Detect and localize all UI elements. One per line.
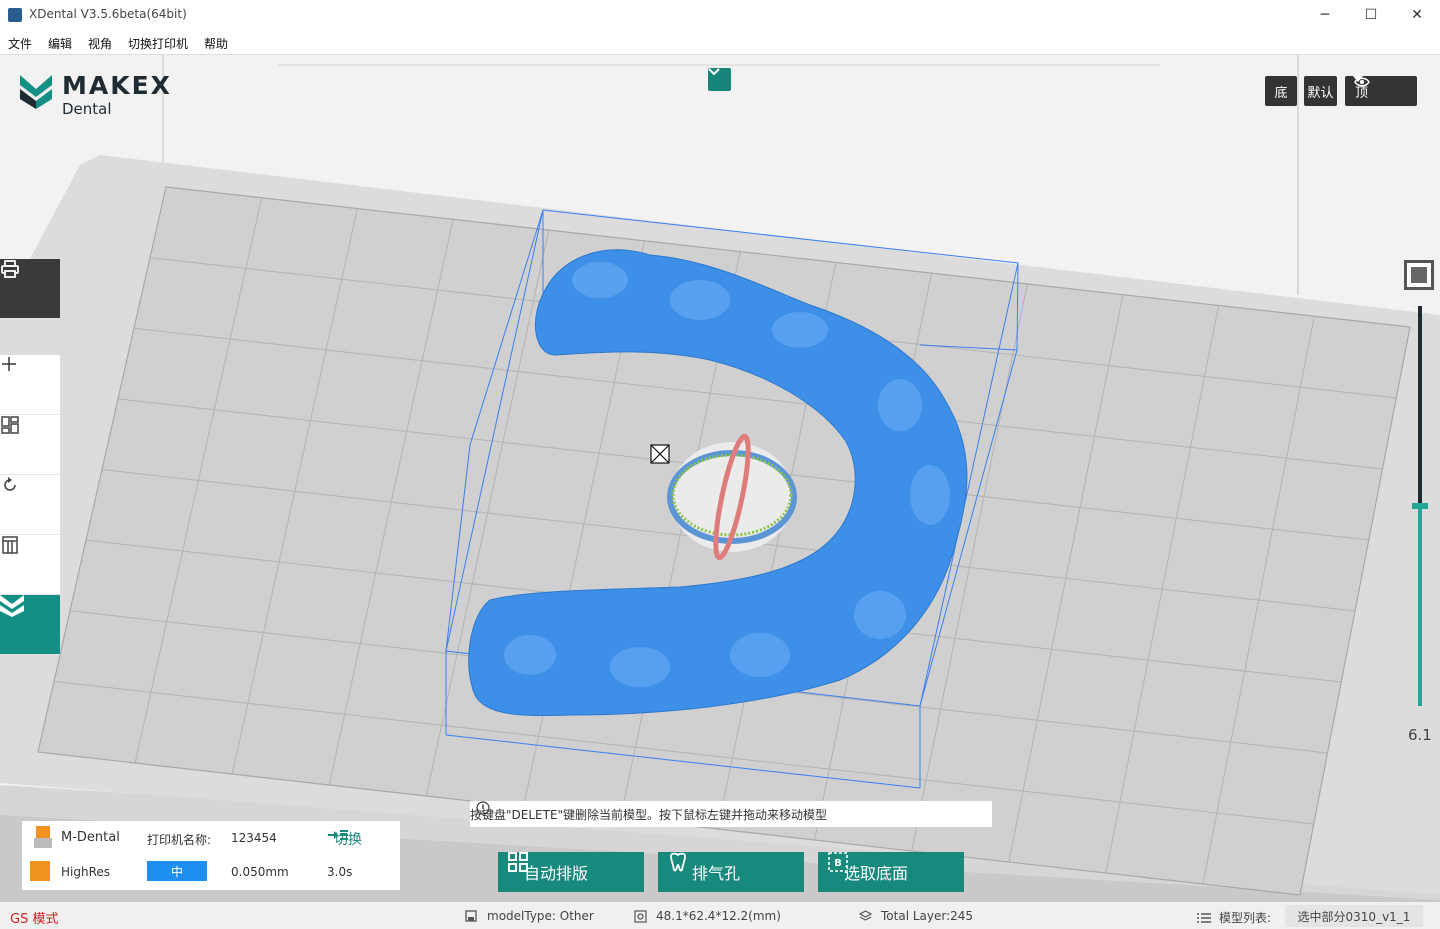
- model-list-label: 模型列表:: [1219, 911, 1272, 925]
- auto-layout-label: 自动排版: [524, 864, 589, 883]
- support-tool-button[interactable]: [0, 535, 60, 595]
- material-name: HighRes: [61, 865, 111, 879]
- makex-logo-icon: [20, 75, 52, 109]
- printer-info-panel: M-Dental 打印机名称: 123454 切换 HighRes 中 0.05…: [22, 821, 400, 890]
- caret-down-icon: [1353, 76, 1363, 82]
- window-title: XDental V3.5.6beta(64bit): [29, 7, 187, 21]
- move-cursor: [650, 444, 670, 464]
- dimensions-info: 48.1*62.4*12.2(mm): [634, 909, 781, 923]
- svg-text:B: B: [834, 858, 842, 869]
- printer-icon: [1, 260, 19, 278]
- quality-level[interactable]: 中: [147, 861, 207, 881]
- select-base-icon: B: [828, 852, 848, 872]
- slider-top-handle[interactable]: [1404, 260, 1434, 290]
- slider-thumb[interactable]: [1412, 503, 1428, 509]
- layout-tool-button[interactable]: [0, 415, 60, 475]
- slider-fill: [1418, 506, 1422, 706]
- scene-canvas: [0, 55, 1440, 902]
- brand-name: M-Dental: [61, 830, 120, 845]
- 3d-viewport[interactable]: MAKEX Dental 底 默认 顶 6.1 按键盘"DELETE"键删除当前…: [0, 55, 1440, 902]
- print-button[interactable]: [0, 259, 60, 319]
- logo-subtitle: Dental: [62, 100, 112, 118]
- minimize-button[interactable]: ─: [1302, 0, 1348, 30]
- list-icon: [1197, 912, 1211, 923]
- maximize-button[interactable]: ☐: [1348, 0, 1394, 30]
- expand-toolbar-button[interactable]: [708, 68, 731, 91]
- save-icon: [465, 910, 477, 922]
- rotate-icon: [4, 477, 16, 491]
- grid-icon: [508, 852, 528, 872]
- rotate-tool-button[interactable]: [0, 475, 60, 535]
- model-dimensions: 48.1*62.4*12.2(mm): [656, 909, 781, 923]
- tooth-icon: [670, 852, 686, 872]
- printer-name-label: 打印机名称:: [147, 833, 212, 847]
- layers-icon: [859, 909, 872, 921]
- vent-hole-label: 排气孔: [692, 864, 741, 883]
- slider-value: 6.1: [1408, 726, 1432, 744]
- select-base-button[interactable]: B 选取底面: [818, 852, 964, 892]
- view-bottom-button[interactable]: 底: [1265, 76, 1297, 106]
- app-icon: [8, 8, 22, 22]
- makex-tool-button[interactable]: [0, 595, 60, 655]
- support-structure-icon: [2, 536, 18, 554]
- model-type: modelType: Other: [487, 909, 594, 923]
- total-layer: Total Layer:245: [881, 909, 974, 923]
- menu-help[interactable]: 帮助: [204, 35, 228, 52]
- dimension-icon: [634, 909, 647, 923]
- hint-text: 按键盘"DELETE"键删除当前模型。按下鼠标左键并拖动来移动模型: [470, 807, 828, 822]
- plus-icon: [2, 357, 16, 371]
- hint-bar: 按键盘"DELETE"键删除当前模型。按下鼠标左键并拖动来移动模型: [470, 801, 992, 827]
- add-model-button[interactable]: [0, 355, 60, 415]
- menu-switch-printer[interactable]: 切换打印机: [128, 35, 188, 52]
- model-list-select[interactable]: 选中部分0310_v1_1: [1285, 905, 1423, 927]
- slider-track[interactable]: [1412, 306, 1428, 706]
- logo-brand: MAKEX: [62, 71, 172, 100]
- layer-info: Total Layer:245: [859, 909, 973, 923]
- switch-arrow-icon: [328, 830, 348, 840]
- material-swatch: [30, 861, 50, 881]
- exposure-time: 3.0s: [327, 865, 353, 879]
- printer-name-value: 123454: [231, 831, 277, 845]
- menu-view[interactable]: 视角: [88, 35, 112, 52]
- printer-icon: [34, 826, 52, 848]
- switch-printer-button[interactable]: 切换: [328, 829, 362, 849]
- menu-bar: 文件 编辑 视角 切换打印机 帮助: [0, 30, 1440, 55]
- title-bar: XDental V3.5.6beta(64bit) ─ ☐ ✕: [0, 0, 1440, 30]
- mode-indicator: GS 模式: [10, 912, 59, 927]
- view-default-button[interactable]: 默认: [1304, 76, 1337, 106]
- status-bar: GS 模式 modelType: Other 48.1*62.4*12.2(mm…: [0, 902, 1440, 929]
- layer-thickness: 0.050mm: [231, 865, 289, 879]
- chevron-down-icon: [708, 68, 720, 76]
- close-button[interactable]: ✕: [1394, 0, 1440, 30]
- view-top-dropdown[interactable]: 顶: [1345, 76, 1417, 106]
- model-type-info: modelType: Other: [465, 909, 594, 923]
- menu-edit[interactable]: 编辑: [48, 35, 72, 52]
- menu-file[interactable]: 文件: [8, 35, 32, 52]
- auto-layout-button[interactable]: 自动排版: [498, 852, 644, 892]
- makex-mark-icon: [0, 595, 24, 617]
- select-base-label: 选取底面: [844, 864, 909, 883]
- model-list-info: 模型列表:: [1197, 909, 1271, 926]
- info-icon: [476, 801, 490, 815]
- vent-hole-button[interactable]: 排气孔: [658, 852, 804, 892]
- grid-layout-icon: [1, 416, 19, 434]
